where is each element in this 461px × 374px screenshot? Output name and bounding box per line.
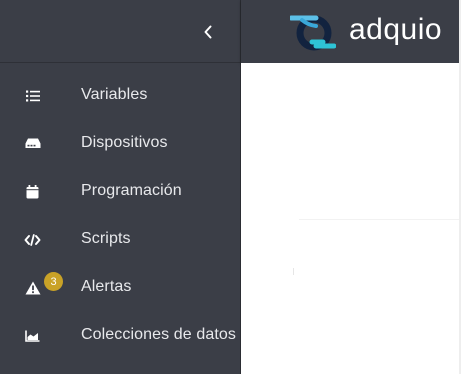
device-icon xyxy=(24,135,41,152)
sidebar-nav: Variables Dispositivos Programación Scri… xyxy=(0,71,240,359)
sidebar-item-label: Dispositivos xyxy=(81,134,168,151)
sidebar-header xyxy=(0,0,240,63)
content-tick xyxy=(293,268,294,275)
sidebar-item-colecciones-de-datos[interactable]: Colecciones de datos xyxy=(0,311,240,359)
list-icon xyxy=(24,87,41,104)
sidebar-item-label: Alertas xyxy=(81,278,132,295)
chart-area-icon xyxy=(24,327,41,344)
code-icon xyxy=(24,231,41,248)
sidebar-item-label: Variables xyxy=(81,86,148,103)
warning-icon xyxy=(24,279,41,296)
sidebar: Variables Dispositivos Programación Scri… xyxy=(0,0,241,374)
brand-name: adquio xyxy=(349,13,443,46)
top-bar: adquio xyxy=(241,0,461,63)
sidebar-item-label: Colecciones de datos xyxy=(81,326,236,343)
adquio-logo-icon[interactable] xyxy=(290,12,336,52)
sidebar-item-dispositivos[interactable]: Dispositivos xyxy=(0,119,240,167)
calendar-icon xyxy=(24,183,41,200)
alert-count-badge: 3 xyxy=(44,272,63,291)
sidebar-item-alertas[interactable]: 3 Alertas xyxy=(0,263,240,311)
sidebar-item-variables[interactable]: Variables xyxy=(0,71,240,119)
sidebar-item-programacion[interactable]: Programación xyxy=(0,167,240,215)
content-divider xyxy=(299,219,459,220)
collapse-sidebar-button[interactable] xyxy=(196,20,220,44)
sidebar-item-scripts[interactable]: Scripts xyxy=(0,215,240,263)
chevron-left-icon xyxy=(204,25,212,39)
sidebar-item-label: Scripts xyxy=(81,230,131,247)
app-root: Variables Dispositivos Programación Scri… xyxy=(0,0,461,374)
sidebar-item-label: Programación xyxy=(81,182,182,199)
